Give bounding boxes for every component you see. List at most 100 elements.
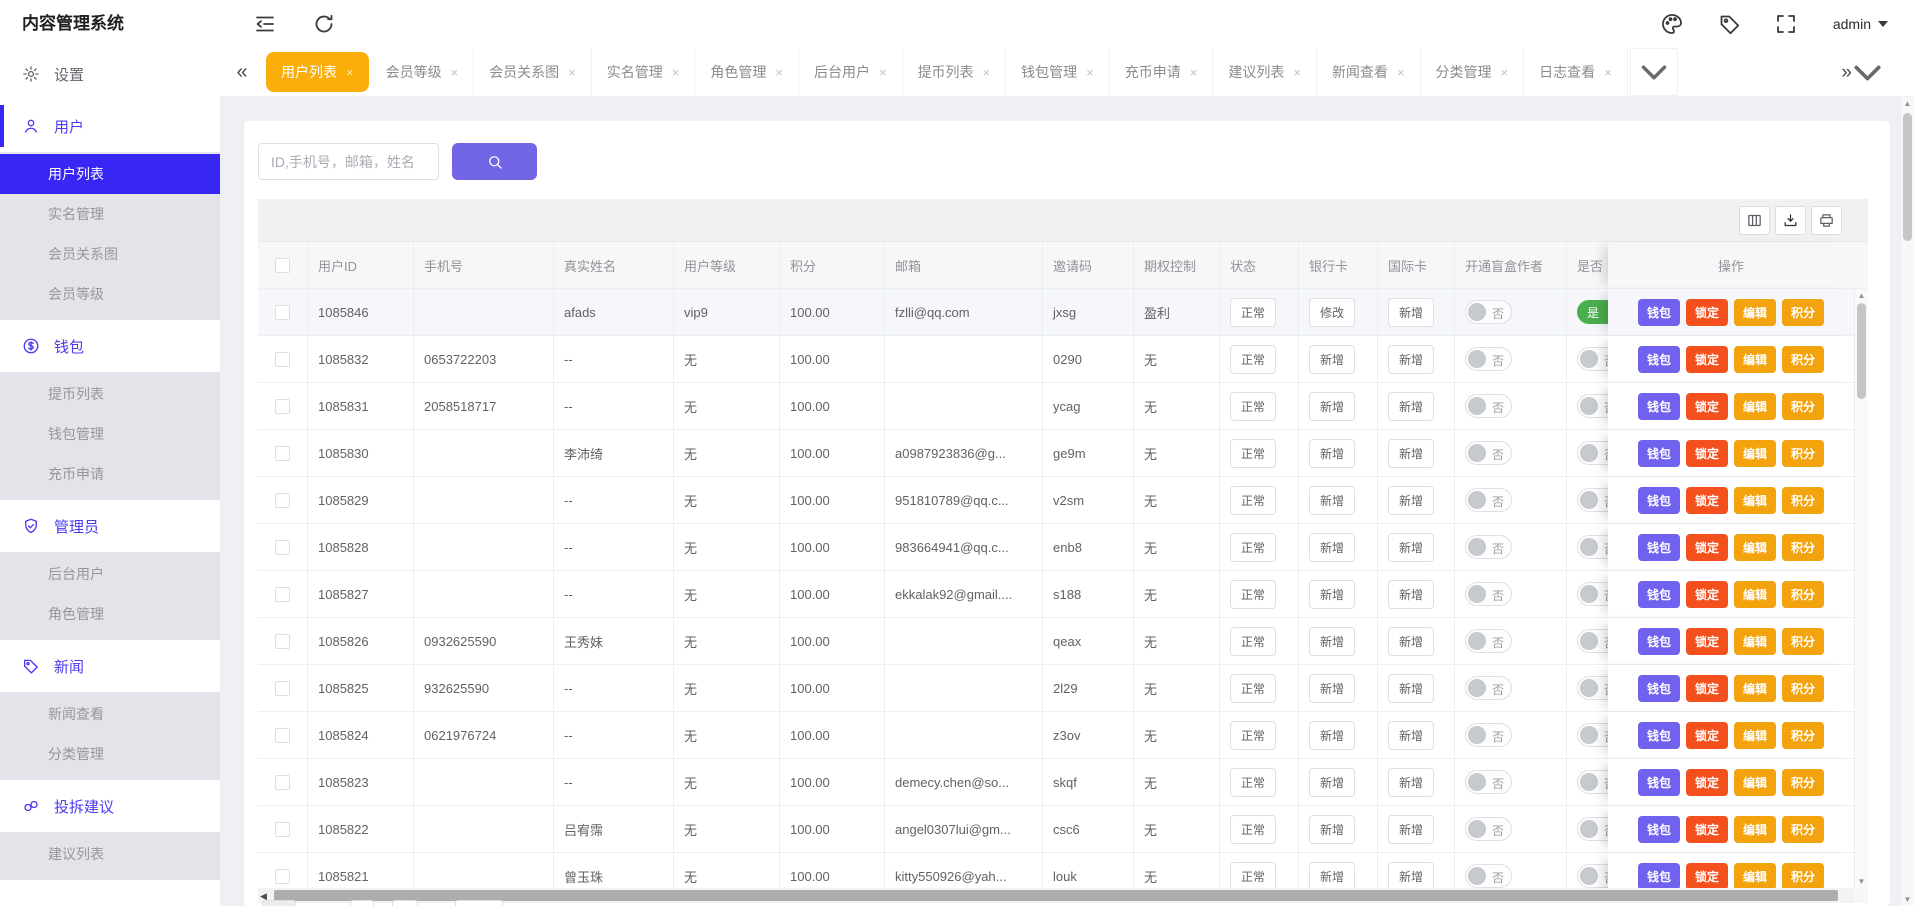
intl-card-button[interactable]: 新增 (1388, 815, 1434, 844)
op-lock-button[interactable]: 锁定 (1686, 675, 1728, 702)
op-points-button[interactable]: 积分 (1782, 487, 1824, 514)
pagination-next-button[interactable] (455, 900, 503, 906)
tab-close-icon[interactable]: × (879, 65, 887, 80)
status-button[interactable]: 正常 (1230, 486, 1276, 515)
tab-close-icon[interactable]: × (451, 65, 459, 80)
intl-card-button[interactable]: 新增 (1388, 392, 1434, 421)
tab-close-icon[interactable]: × (775, 65, 783, 80)
export-button[interactable] (1775, 206, 1806, 235)
scroll-up-icon[interactable]: ▲ (1855, 291, 1868, 300)
blindbox-toggle[interactable]: 否 (1465, 770, 1512, 794)
tabs-dropdown-button[interactable] (1630, 48, 1678, 96)
row-checkbox[interactable] (275, 587, 290, 602)
page-scrollbar[interactable]: ▲ ▼ (1900, 97, 1914, 906)
bank-card-button[interactable]: 新增 (1309, 862, 1355, 891)
bank-card-button[interactable]: 修改 (1309, 298, 1355, 327)
op-lock-button[interactable]: 锁定 (1686, 393, 1728, 420)
table-vertical-scrollbar[interactable]: ▲ ▼ (1854, 289, 1868, 888)
horizontal-scroll-thumb[interactable] (274, 890, 1838, 901)
refresh-icon[interactable] (312, 12, 336, 36)
columns-button[interactable] (1739, 206, 1770, 235)
op-lock-button[interactable]: 锁定 (1686, 628, 1728, 655)
op-lock-button[interactable]: 锁定 (1686, 534, 1728, 561)
op-points-button[interactable]: 积分 (1782, 628, 1824, 655)
op-wallet-button[interactable]: 钱包 (1638, 863, 1680, 890)
tab[interactable]: 用户列表 × (266, 52, 369, 92)
op-lock-button[interactable]: 锁定 (1686, 581, 1728, 608)
sidebar-subitem-会员关系图[interactable]: 会员关系图 (0, 234, 220, 274)
op-wallet-button[interactable]: 钱包 (1638, 722, 1680, 749)
search-button[interactable] (452, 143, 537, 180)
sidebar-subitem-钱包管理[interactable]: 钱包管理 (0, 414, 220, 454)
tab[interactable]: 充币申请 × (1110, 48, 1214, 96)
collapse-menu-icon[interactable] (253, 12, 277, 36)
bank-card-button[interactable]: 新增 (1309, 768, 1355, 797)
blindbox-toggle[interactable]: 否 (1465, 817, 1512, 841)
intl-card-button[interactable]: 新增 (1388, 298, 1434, 327)
op-wallet-button[interactable]: 钱包 (1638, 769, 1680, 796)
print-button[interactable] (1811, 206, 1842, 235)
op-points-button[interactable]: 积分 (1782, 581, 1824, 608)
sidebar-item-设置[interactable]: 设置 (0, 48, 220, 100)
status-button[interactable]: 正常 (1230, 298, 1276, 327)
op-lock-button[interactable]: 锁定 (1686, 440, 1728, 467)
status-button[interactable]: 正常 (1230, 627, 1276, 656)
intl-card-button[interactable]: 新增 (1388, 627, 1434, 656)
op-wallet-button[interactable]: 钱包 (1638, 816, 1680, 843)
blindbox-toggle[interactable]: 否 (1465, 864, 1512, 888)
sidebar-item-钱包[interactable]: 钱包 (0, 320, 220, 372)
sidebar-subitem-新闻查看[interactable]: 新闻查看 (0, 694, 220, 734)
search-input[interactable] (258, 143, 439, 180)
intl-card-button[interactable]: 新增 (1388, 580, 1434, 609)
op-points-button[interactable]: 积分 (1782, 769, 1824, 796)
tab-close-icon[interactable]: × (1604, 65, 1612, 80)
tab-close-icon[interactable]: × (1190, 65, 1198, 80)
tab-close-icon[interactable]: × (1293, 65, 1301, 80)
blindbox-toggle[interactable]: 否 (1465, 676, 1512, 700)
op-edit-button[interactable]: 编辑 (1734, 581, 1776, 608)
sidebar-item-用户[interactable]: 用户 (0, 100, 220, 152)
blindbox-toggle[interactable]: 否 (1465, 582, 1512, 606)
row-checkbox[interactable] (275, 305, 290, 320)
sidebar-subitem-建议列表[interactable]: 建议列表 (0, 834, 220, 874)
op-wallet-button[interactable]: 钱包 (1638, 440, 1680, 467)
bank-card-button[interactable]: 新增 (1309, 486, 1355, 515)
status-button[interactable]: 正常 (1230, 580, 1276, 609)
intl-card-button[interactable]: 新增 (1388, 439, 1434, 468)
op-lock-button[interactable]: 锁定 (1686, 346, 1728, 373)
op-edit-button[interactable]: 编辑 (1734, 675, 1776, 702)
op-points-button[interactable]: 积分 (1782, 346, 1824, 373)
op-wallet-button[interactable]: 钱包 (1638, 675, 1680, 702)
row-checkbox[interactable] (275, 352, 290, 367)
tab-close-icon[interactable]: × (983, 65, 991, 80)
op-edit-button[interactable]: 编辑 (1734, 487, 1776, 514)
row-checkbox[interactable] (275, 493, 290, 508)
pagination-page-button[interactable] (392, 900, 418, 906)
row-checkbox[interactable] (275, 681, 290, 696)
row-checkbox[interactable] (275, 540, 290, 555)
palette-icon[interactable] (1660, 12, 1684, 36)
status-button[interactable]: 正常 (1230, 533, 1276, 562)
tab-close-icon[interactable]: × (1397, 65, 1405, 80)
bank-card-button[interactable]: 新增 (1309, 345, 1355, 374)
sidebar-item-新闻[interactable]: 新闻 (0, 640, 220, 692)
op-edit-button[interactable]: 编辑 (1734, 722, 1776, 749)
tag-icon[interactable] (1718, 12, 1742, 36)
op-points-button[interactable]: 积分 (1782, 722, 1824, 749)
scroll-up-icon[interactable]: ▲ (1901, 99, 1914, 108)
row-checkbox[interactable] (275, 822, 290, 837)
op-lock-button[interactable]: 锁定 (1686, 863, 1728, 890)
tab[interactable]: 建议列表 × (1213, 48, 1317, 96)
tab[interactable]: 会员关系图 × (474, 48, 592, 96)
op-points-button[interactable]: 积分 (1782, 299, 1824, 326)
status-button[interactable]: 正常 (1230, 439, 1276, 468)
bank-card-button[interactable]: 新增 (1309, 439, 1355, 468)
intl-card-button[interactable]: 新增 (1388, 768, 1434, 797)
sidebar-item-管理员[interactable]: 管理员 (0, 500, 220, 552)
op-edit-button[interactable]: 编辑 (1734, 628, 1776, 655)
status-button[interactable]: 正常 (1230, 862, 1276, 891)
blindbox-toggle[interactable]: 否 (1465, 441, 1512, 465)
sidebar-item-投拆建议[interactable]: 投拆建议 (0, 780, 220, 832)
blindbox-toggle[interactable]: 否 (1465, 535, 1512, 559)
status-button[interactable]: 正常 (1230, 815, 1276, 844)
